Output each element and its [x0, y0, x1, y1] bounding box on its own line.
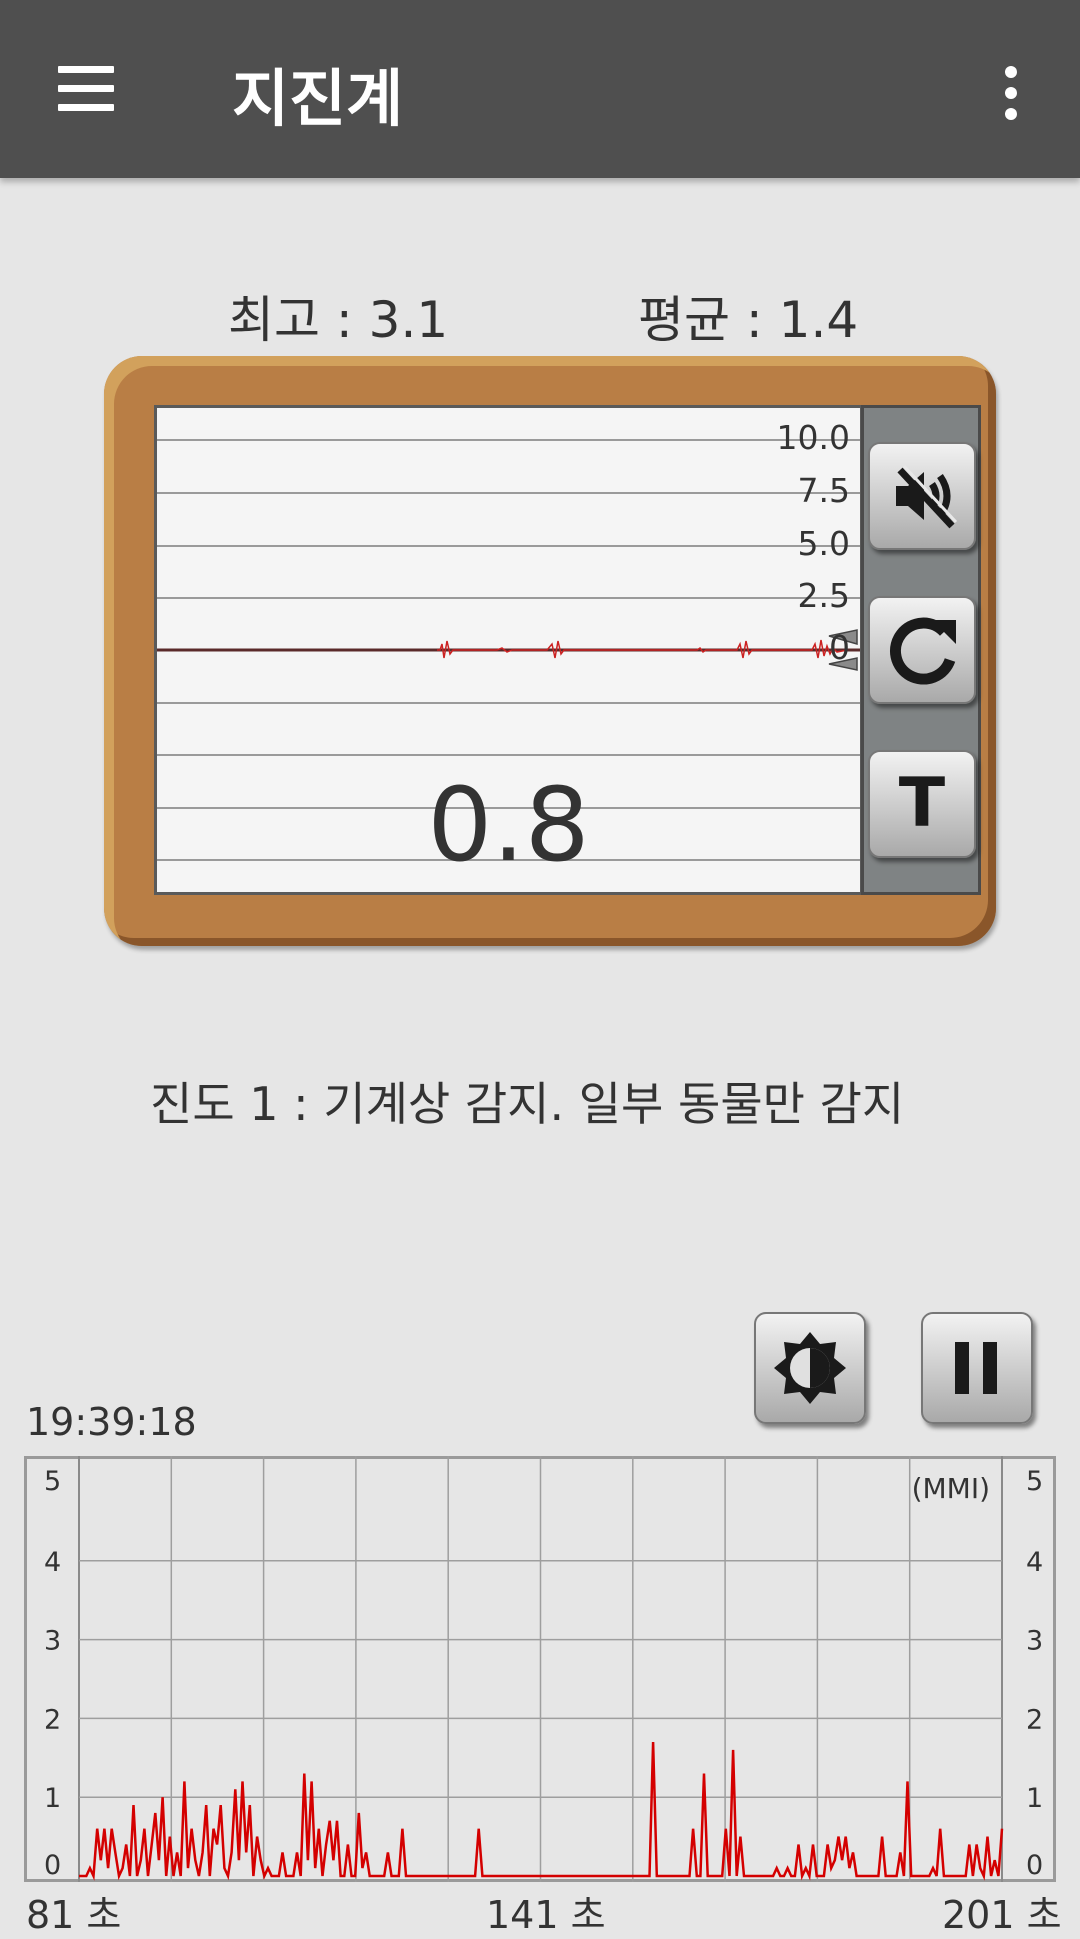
- hamburger-menu-icon[interactable]: [52, 58, 124, 120]
- scale-label-10: 10.0: [776, 418, 850, 457]
- seismometer-paper: 10.0 7.5 5.0 2.5 0 0.8: [154, 405, 863, 895]
- refresh-icon: [890, 617, 956, 685]
- intensity-description: 진도 1 : 기계상 감지. 일부 동물만 감지: [150, 1077, 905, 1131]
- y-tick-label: 0: [44, 1850, 61, 1881]
- history-graph: 5 4 3 2 1 0 5 4 3 2 1 0 (MMI): [44, 1456, 1043, 1882]
- x-label-mid: 141 초: [486, 1893, 606, 1937]
- y-tick-label: 2: [1026, 1704, 1043, 1735]
- svg-text:T: T: [899, 764, 946, 843]
- scale-label-5: 5.0: [797, 524, 850, 563]
- page-title: 지진계: [232, 65, 404, 134]
- average-value-label: 평균 : 1.4: [638, 291, 859, 349]
- y-tick-label: 3: [1026, 1626, 1043, 1657]
- y-tick-label: 4: [1026, 1547, 1043, 1578]
- scale-label-7-5: 7.5: [797, 471, 850, 510]
- y-tick-label: 1: [1026, 1783, 1043, 1814]
- text-t-icon: T: [899, 764, 946, 843]
- brightness-button[interactable]: [754, 1312, 866, 1424]
- app-bar: 지진계: [0, 0, 1080, 178]
- x-label-end: 201 초: [942, 1893, 1062, 1937]
- max-value-label: 최고 : 3.1: [228, 291, 449, 349]
- x-label-start: 81 초: [26, 1893, 122, 1937]
- y-tick-label: 3: [44, 1626, 61, 1657]
- brightness-icon: [774, 1332, 846, 1404]
- text-mode-button[interactable]: T: [868, 750, 976, 858]
- mute-button[interactable]: [868, 442, 976, 550]
- unit-label: (MMI): [912, 1472, 990, 1505]
- timestamp: 19:39:18: [26, 1400, 197, 1444]
- more-vert-icon[interactable]: [990, 58, 1030, 128]
- y-tick-label: 5: [44, 1466, 61, 1497]
- speaker-muted-icon: [896, 464, 958, 529]
- y-tick-label: 1: [44, 1783, 61, 1814]
- reset-button[interactable]: [868, 596, 976, 704]
- current-reading: 0.8: [427, 766, 590, 885]
- pause-icon: [955, 1342, 997, 1394]
- scale-label-2-5: 2.5: [797, 576, 850, 615]
- y-tick-label: 2: [44, 1704, 61, 1735]
- meter-button-panel: T: [861, 405, 981, 895]
- scale-label-0: 0: [829, 628, 850, 667]
- y-tick-label: 4: [44, 1547, 61, 1578]
- pause-button[interactable]: [921, 1312, 1033, 1424]
- y-tick-label: 5: [1026, 1466, 1043, 1497]
- y-tick-label: 0: [1026, 1850, 1043, 1881]
